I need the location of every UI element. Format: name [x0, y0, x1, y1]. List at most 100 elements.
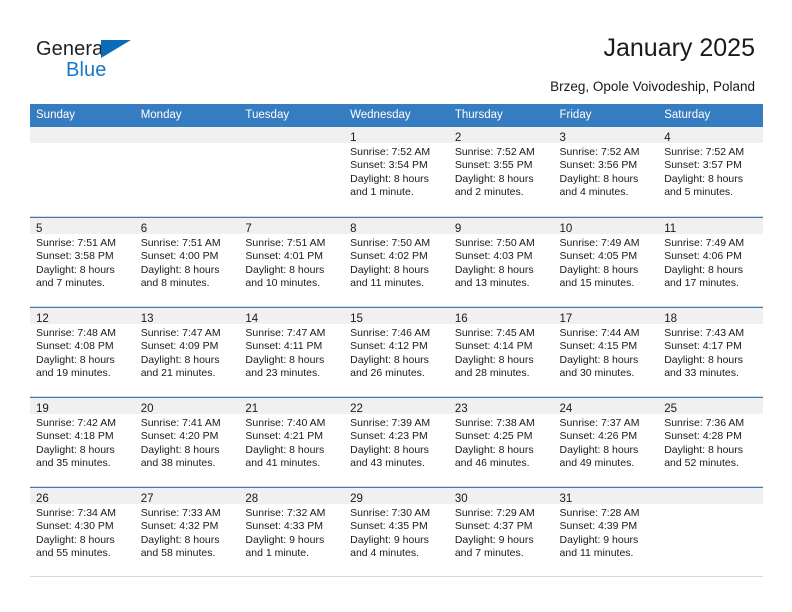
sunset-text: Sunset: 4:05 PM	[559, 250, 638, 263]
day-details: Sunrise: 7:38 AM Sunset: 4:25 PM Daylight:…	[449, 414, 554, 471]
day-number-band: 29	[344, 488, 449, 505]
calendar-day-25[interactable]: 25 Sunrise: 7:36 AM Sunset: 4:28 PM Dayligh…	[658, 397, 763, 487]
sunset-text: Sunset: 3:56 PM	[559, 159, 638, 172]
daylight-text: and 13 minutes.	[454, 277, 530, 290]
page-header: General Blue January 2025 Brzeg, Opole V…	[0, 0, 792, 100]
weekday-header-wednesday: Wednesday	[344, 104, 449, 127]
day-number-band	[30, 127, 135, 143]
day-number: 4	[664, 132, 671, 144]
sunset-text: Sunset: 4:03 PM	[454, 250, 533, 263]
daylight-text: and 28 minutes.	[454, 367, 530, 380]
calendar-cell: 11 Sunrise: 7:49 AM Sunset: 4:06 PM Dayligh…	[658, 217, 763, 307]
sunrise-text: Sunrise: 7:36 AM	[664, 417, 745, 429]
day-number-band: 11	[658, 218, 763, 235]
generalblue-logo[interactable]: General Blue	[36, 38, 166, 84]
daylight-text: Daylight: 8 hours	[559, 263, 639, 276]
calendar-day-28[interactable]: 28 Sunrise: 7:32 AM Sunset: 4:33 PM Dayligh…	[239, 487, 345, 577]
daylight-text: and 38 minutes.	[140, 457, 216, 470]
day-number: 20	[140, 403, 154, 415]
sunrise-text: Sunrise: 7:49 AM	[664, 237, 745, 249]
daylight-text: and 11 minutes.	[559, 547, 634, 560]
day-number-band: 24	[553, 398, 659, 415]
calendar-day-1[interactable]: 1 Sunrise: 7:52 AM Sunset: 3:54 PM Daylight…	[344, 127, 449, 217]
calendar-day-15[interactable]: 15 Sunrise: 7:46 AM Sunset: 4:12 PM Dayligh…	[344, 307, 449, 397]
day-details: Sunrise: 7:37 AM Sunset: 4:26 PM Daylight:…	[554, 414, 659, 471]
calendar-cell: 2 Sunrise: 7:52 AM Sunset: 3:55 PM Daylight…	[448, 127, 554, 217]
calendar-day-9[interactable]: 9 Sunrise: 7:50 AM Sunset: 4:03 PM Daylight…	[448, 217, 554, 307]
day-details: Sunrise: 7:30 AM Sunset: 4:35 PM Daylight:…	[344, 504, 449, 561]
sunrise-text: Sunrise: 7:46 AM	[350, 327, 431, 339]
day-number: 1	[350, 132, 357, 144]
sunrise-text: Sunrise: 7:47 AM	[140, 327, 221, 339]
logo-text-general: General	[36, 38, 108, 60]
day-details: Sunrise: 7:52 AM Sunset: 3:54 PM Daylight:…	[344, 143, 449, 200]
day-details: Sunrise: 7:47 AM Sunset: 4:09 PM Daylight:…	[135, 324, 240, 381]
day-number-band	[658, 488, 763, 504]
calendar-day-3[interactable]: 3 Sunrise: 7:52 AM Sunset: 3:56 PM Daylight…	[553, 127, 659, 217]
calendar-day-8[interactable]: 8 Sunrise: 7:50 AM Sunset: 4:02 PM Daylight…	[344, 217, 449, 307]
day-details: Sunrise: 7:51 AM Sunset: 4:01 PM Daylight:…	[239, 234, 344, 291]
sunrise-text: Sunrise: 7:49 AM	[559, 237, 640, 249]
calendar-day-14[interactable]: 14 Sunrise: 7:47 AM Sunset: 4:11 PM Dayligh…	[239, 307, 345, 397]
calendar-day-11[interactable]: 11 Sunrise: 7:49 AM Sunset: 4:06 PM Dayligh…	[658, 217, 763, 307]
calendar-day-29[interactable]: 29 Sunrise: 7:30 AM Sunset: 4:35 PM Dayligh…	[344, 487, 449, 577]
calendar-day-22[interactable]: 22 Sunrise: 7:39 AM Sunset: 4:23 PM Dayligh…	[344, 397, 449, 487]
sunset-text: Sunset: 4:09 PM	[140, 340, 219, 353]
calendar-day-26[interactable]: 26 Sunrise: 7:34 AM Sunset: 4:30 PM Dayligh…	[30, 487, 135, 577]
calendar-day-12[interactable]: 12 Sunrise: 7:48 AM Sunset: 4:08 PM Dayligh…	[30, 307, 135, 397]
day-number: 22	[350, 403, 363, 415]
sunrise-text: Sunrise: 7:45 AM	[454, 327, 535, 339]
calendar-day-4[interactable]: 4 Sunrise: 7:52 AM Sunset: 3:57 PM Daylight…	[658, 127, 763, 217]
daylight-text: Daylight: 8 hours	[36, 533, 115, 546]
weekday-header-thursday: Thursday	[448, 104, 554, 127]
calendar-day-31[interactable]: 31 Sunrise: 7:28 AM Sunset: 4:39 PM Dayligh…	[553, 487, 659, 577]
day-number-band: 31	[553, 488, 659, 505]
calendar-day-27[interactable]: 27 Sunrise: 7:33 AM Sunset: 4:32 PM Dayligh…	[134, 487, 240, 577]
day-details: Sunrise: 7:52 AM Sunset: 3:56 PM Daylight:…	[554, 143, 659, 200]
calendar-cell: 21 Sunrise: 7:40 AM Sunset: 4:21 PM Dayligh…	[239, 397, 345, 487]
daylight-text: and 30 minutes.	[559, 367, 635, 380]
sunrise-text: Sunrise: 7:52 AM	[454, 146, 535, 158]
calendar-cell	[134, 127, 240, 217]
day-number: 29	[350, 493, 363, 505]
day-number: 14	[245, 313, 259, 325]
calendar-day-21[interactable]: 21 Sunrise: 7:40 AM Sunset: 4:21 PM Dayligh…	[239, 397, 345, 487]
calendar-day-19[interactable]: 19 Sunrise: 7:42 AM Sunset: 4:18 PM Dayligh…	[30, 397, 135, 487]
calendar-day-16[interactable]: 16 Sunrise: 7:45 AM Sunset: 4:14 PM Dayligh…	[448, 307, 554, 397]
calendar-day-5[interactable]: 5 Sunrise: 7:51 AM Sunset: 3:58 PM Daylight…	[30, 217, 135, 307]
sunrise-text: Sunrise: 7:33 AM	[140, 507, 221, 519]
calendar-body: 1 Sunrise: 7:52 AM Sunset: 3:54 PM Daylight…	[30, 127, 763, 577]
calendar-day-2[interactable]: 2 Sunrise: 7:52 AM Sunset: 3:55 PM Daylight…	[448, 127, 554, 217]
daylight-text: Daylight: 8 hours	[36, 443, 115, 456]
calendar-day-10[interactable]: 10 Sunrise: 7:49 AM Sunset: 4:05 PM Dayligh…	[553, 217, 659, 307]
calendar-day-23[interactable]: 23 Sunrise: 7:38 AM Sunset: 4:25 PM Dayligh…	[448, 397, 554, 487]
calendar-week-row: 12 Sunrise: 7:48 AM Sunset: 4:08 PM Dayligh…	[30, 307, 763, 397]
sunset-text: Sunset: 4:33 PM	[245, 520, 324, 533]
calendar-day-6[interactable]: 6 Sunrise: 7:51 AM Sunset: 4:00 PM Daylight…	[134, 217, 240, 307]
day-details	[135, 143, 240, 146]
calendar-cell: 3 Sunrise: 7:52 AM Sunset: 3:56 PM Daylight…	[553, 127, 659, 217]
day-details: Sunrise: 7:49 AM Sunset: 4:05 PM Daylight:…	[554, 234, 659, 291]
sunset-text: Sunset: 3:57 PM	[664, 159, 742, 172]
calendar-day-30[interactable]: 30 Sunrise: 7:29 AM Sunset: 4:37 PM Dayligh…	[448, 487, 554, 577]
triangle-icon	[101, 40, 131, 58]
sunset-text: Sunset: 3:55 PM	[454, 159, 533, 172]
day-details: Sunrise: 7:51 AM Sunset: 4:00 PM Daylight:…	[135, 234, 240, 291]
calendar-day-13[interactable]: 13 Sunrise: 7:47 AM Sunset: 4:09 PM Dayligh…	[134, 307, 240, 397]
calendar-cell: 30 Sunrise: 7:29 AM Sunset: 4:37 PM Dayligh…	[448, 487, 554, 577]
calendar-cell: 27 Sunrise: 7:33 AM Sunset: 4:32 PM Dayligh…	[134, 487, 240, 577]
calendar-day-18[interactable]: 18 Sunrise: 7:43 AM Sunset: 4:17 PM Dayligh…	[658, 307, 763, 397]
calendar-day-24[interactable]: 24 Sunrise: 7:37 AM Sunset: 4:26 PM Dayligh…	[553, 397, 659, 487]
sunset-text: Sunset: 4:37 PM	[454, 520, 533, 533]
calendar-day-17[interactable]: 17 Sunrise: 7:44 AM Sunset: 4:15 PM Dayligh…	[553, 307, 659, 397]
calendar-day-7[interactable]: 7 Sunrise: 7:51 AM Sunset: 4:01 PM Daylight…	[239, 217, 345, 307]
sunset-text: Sunset: 4:17 PM	[664, 340, 742, 353]
day-number: 12	[36, 313, 49, 325]
sunset-text: Sunset: 4:01 PM	[245, 250, 324, 263]
sunrise-text: Sunrise: 7:47 AM	[245, 327, 326, 339]
day-number-band: 2	[448, 127, 554, 144]
calendar-day-20[interactable]: 20 Sunrise: 7:41 AM Sunset: 4:20 PM Dayligh…	[134, 397, 240, 487]
day-number-band: 8	[344, 218, 449, 235]
day-number-band: 21	[239, 398, 345, 415]
calendar-page: General Blue January 2025 Brzeg, Opole V…	[0, 0, 792, 612]
